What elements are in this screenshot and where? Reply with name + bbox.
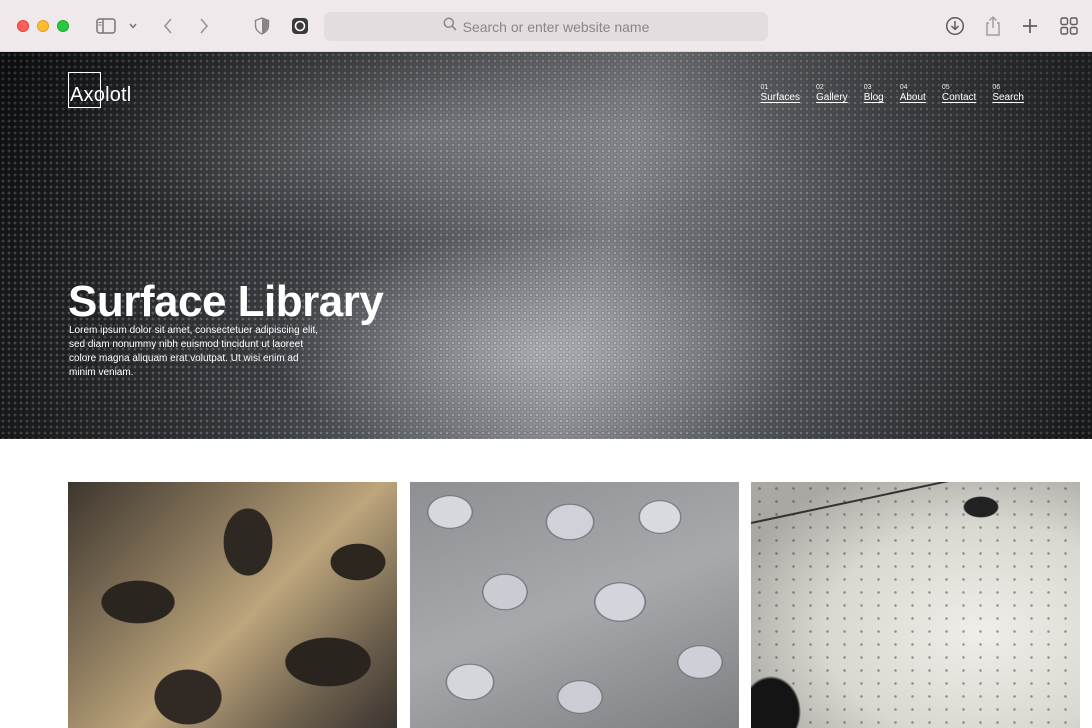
forward-arrow-icon[interactable] [194,14,214,38]
chevron-down-icon[interactable] [126,14,140,38]
sidebar-toggle-icon[interactable] [95,14,117,38]
hero-description: Lorem ipsum dolor sit amet, consectetuer… [69,325,319,378]
nav-item-contact[interactable]: 05 Contact [942,83,976,104]
gallery-tile-leaf-pattern-surface[interactable] [410,482,739,728]
gallery-tile-speckled-surface[interactable] [751,482,1080,728]
extension-icon[interactable] [290,14,310,38]
privacy-shield-icon[interactable] [252,14,272,38]
nav-item-surfaces[interactable]: 01 Surfaces [761,83,800,104]
back-arrow-icon[interactable] [158,14,178,38]
nav-item-gallery[interactable]: 02 Gallery [816,83,848,104]
new-tab-plus-icon[interactable] [1020,14,1040,38]
gallery-tile-bronze-surface[interactable] [68,482,397,728]
site-logo[interactable]: Axolotl [68,72,131,108]
main-nav: 01 Surfaces 02 Gallery 03 Blog 04 About … [761,83,1024,104]
address-placeholder: Search or enter website name [462,18,650,35]
close-window-button[interactable] [17,20,29,32]
downloads-icon[interactable] [944,14,966,38]
minimize-window-button[interactable] [37,20,49,32]
logo-text: Axolotl [70,84,132,106]
search-icon [443,17,457,36]
nav-item-about[interactable]: 04 About [900,83,926,104]
tab-overview-icon[interactable] [1058,14,1080,38]
address-bar[interactable]: Search or enter website name [324,12,768,41]
browser-toolbar: Search or enter website name [0,0,1092,52]
share-icon[interactable] [982,14,1004,38]
page-title: Surface Library [68,277,384,326]
hero-banner: Axolotl 01 Surfaces 02 Gallery 03 Blog 0… [0,52,1092,439]
nav-item-search[interactable]: 06 Search [992,83,1024,104]
nav-item-blog[interactable]: 03 Blog [864,83,884,104]
zoom-window-button[interactable] [57,20,69,32]
